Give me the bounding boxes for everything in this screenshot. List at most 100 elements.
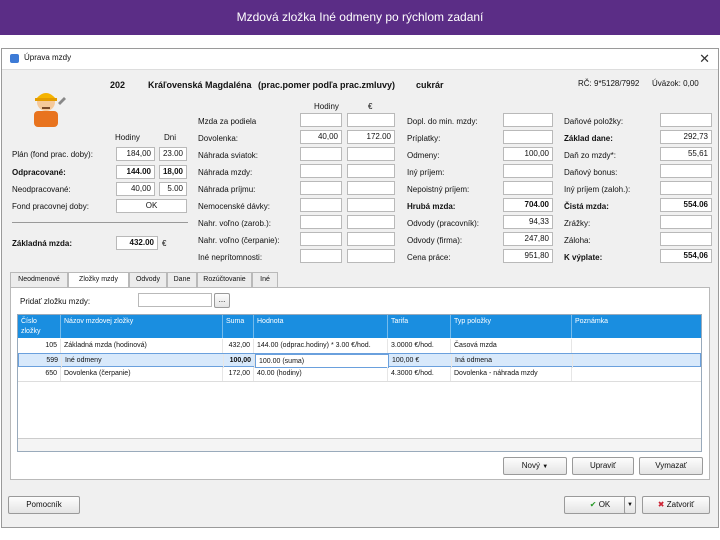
net-wage-field[interactable]: 554.06 <box>660 198 712 212</box>
tab-non-wage[interactable]: Neodmenové <box>10 272 68 288</box>
cell-sum: 172,00 <box>223 367 254 381</box>
col-note-header[interactable]: Poznámka <box>572 315 701 338</box>
mzda-podla-hours-field[interactable] <box>300 113 342 127</box>
tab-taxes[interactable]: Dane <box>167 272 197 288</box>
check-icon: ✔ <box>589 500 597 509</box>
tab-allocation[interactable]: Rozúčtovanie <box>197 272 252 288</box>
mzda-podla-eur-field[interactable] <box>347 113 395 127</box>
payout-label: K výplate: <box>564 253 603 262</box>
table-header: Číslo zložky Názov mzdovej zložky Suma H… <box>18 315 701 338</box>
tax-bonus-field[interactable] <box>660 164 712 178</box>
plan-hours-field[interactable]: 184,00 <box>116 147 155 161</box>
wage-eur-header: € <box>368 102 373 111</box>
ok-button-label: OK <box>598 500 611 509</box>
employee-levies-field[interactable]: 94,33 <box>503 215 553 229</box>
ok-dropdown-arrow-icon[interactable]: ▼ <box>624 496 636 514</box>
gross-wage-field[interactable]: 704.00 <box>503 198 553 212</box>
payout-field[interactable]: 554,06 <box>660 249 712 263</box>
employee-contract: (prac.pomer podľa prac.zmluvy) <box>258 80 395 90</box>
holiday-comp-hours-field[interactable] <box>300 147 342 161</box>
sickness-hours-field[interactable] <box>300 198 342 212</box>
cell-sum: 432,00 <box>223 339 254 353</box>
tab-levies[interactable]: Odvody <box>129 272 167 288</box>
base-wage-label: Základná mzda: <box>12 239 73 248</box>
edit-button[interactable]: Upraviť <box>572 457 634 475</box>
cell-value: 40.00 (hodiny) <box>254 367 388 381</box>
delete-button[interactable]: Vymazať <box>639 457 703 475</box>
other-absence-hours-field[interactable] <box>300 249 342 263</box>
not-worked-hours-field[interactable]: 40,00 <box>116 182 155 196</box>
separator-line <box>12 222 188 223</box>
employee-levies-label: Odvody (pracovník): <box>407 219 480 228</box>
leave-earned-hours-field[interactable] <box>300 215 342 229</box>
cell-number: 105 <box>18 339 61 353</box>
leave-earned-eur-field[interactable] <box>347 215 395 229</box>
plan-days-field[interactable]: 23.00 <box>159 147 187 161</box>
cell-name: Dovolenka (čerpanie) <box>61 367 223 381</box>
worked-hours-field[interactable]: 144.00 <box>116 165 155 179</box>
sickness-eur-field[interactable] <box>347 198 395 212</box>
cell-tariff: 3.0000 €/hod. <box>388 339 451 353</box>
base-wage-field[interactable]: 432.00 <box>116 236 158 250</box>
table-row[interactable]: 650 Dovolenka (čerpanie) 172,00 40.00 (h… <box>18 367 701 382</box>
wage-comp-eur-field[interactable] <box>347 164 395 178</box>
tax-bonus-label: Daňový bonus: <box>564 168 618 177</box>
vacation-eur-field[interactable]: 172.00 <box>347 130 395 144</box>
add-component-label: Pridať zložku mzdy: <box>20 297 91 306</box>
uninsured-income-label: Nepoistný príjem: <box>407 185 470 194</box>
cell-value-editing[interactable]: 100.00 (suma) <box>255 354 389 368</box>
employee-number: 202 <box>110 80 126 90</box>
wage-tax-field[interactable]: 55,61 <box>660 147 712 161</box>
add-component-input[interactable] <box>138 293 212 307</box>
advance-field[interactable] <box>660 232 712 246</box>
leave-used-hours-field[interactable] <box>300 232 342 246</box>
company-levies-field[interactable]: 247,80 <box>503 232 553 246</box>
holiday-comp-eur-field[interactable] <box>347 147 395 161</box>
table-row[interactable]: 105 Základná mzda (hodinová) 432,00 144.… <box>18 339 701 354</box>
sickness-label: Nemocenské dávky: <box>198 202 271 211</box>
other-absence-eur-field[interactable] <box>347 249 395 263</box>
rewards-field[interactable]: 100,00 <box>503 147 553 161</box>
dialog-titlebar: Úprava mzdy ✕ <box>2 49 718 70</box>
bonuses-label: Príplatky: <box>407 134 441 143</box>
leave-used-eur-field[interactable] <box>347 232 395 246</box>
net-wage-label: Čistá mzda: <box>564 202 609 211</box>
col-type-header[interactable]: Typ položky <box>451 315 572 338</box>
min-wage-field[interactable] <box>503 113 553 127</box>
not-worked-days-field[interactable]: 5.00 <box>159 182 187 196</box>
tab-other[interactable]: Iné <box>252 272 278 288</box>
col-name-header[interactable]: Názov mzdovej zložky <box>61 315 223 338</box>
vacation-hours-field[interactable]: 40,00 <box>300 130 342 144</box>
close-button[interactable]: ✖ Zatvoriť <box>642 496 710 514</box>
close-icon[interactable]: ✕ <box>699 51 710 67</box>
cell-tariff: 100,00 € <box>389 354 452 368</box>
tax-items-label: Daňové položky: <box>564 117 624 126</box>
worked-days-field[interactable]: 18,00 <box>159 165 187 179</box>
uninsured-income-field[interactable] <box>503 181 553 195</box>
table-row-selected[interactable]: 599 Iné odmeny 100,00 100.00 (suma) 100,… <box>18 353 701 368</box>
income-comp-hours-field[interactable] <box>300 181 342 195</box>
add-component-browse-button[interactable]: ... <box>214 293 230 308</box>
wage-comp-hours-field[interactable] <box>300 164 342 178</box>
dropdown-arrow-icon: ▼ <box>542 464 549 470</box>
tax-items-field[interactable] <box>660 113 712 127</box>
wage-tax-label: Daň zo mzdy*: <box>564 151 617 160</box>
help-button[interactable]: Pomocník <box>8 496 80 514</box>
bonuses-field[interactable] <box>503 130 553 144</box>
col-value-header[interactable]: Hodnota <box>254 315 388 338</box>
labor-cost-field[interactable]: 951,80 <box>503 249 553 263</box>
cell-name: Iné odmeny <box>62 354 224 368</box>
other-income-advance-field[interactable] <box>660 181 712 195</box>
new-button[interactable]: Nový ▼ <box>503 457 567 475</box>
col-number-header[interactable]: Číslo zložky <box>18 315 61 338</box>
other-income-field[interactable] <box>503 164 553 178</box>
work-fund-ok-button[interactable]: OK <box>116 199 187 213</box>
table-footer <box>18 438 701 451</box>
tax-base-field[interactable]: 292,73 <box>660 130 712 144</box>
col-tariff-header[interactable]: Tarifa <box>388 315 451 338</box>
wage-comp-label: Náhrada mzdy: <box>198 168 253 177</box>
company-levies-label: Odvody (firma): <box>407 236 463 245</box>
col-sum-header[interactable]: Suma <box>223 315 254 338</box>
deductions-field[interactable] <box>660 215 712 229</box>
income-comp-eur-field[interactable] <box>347 181 395 195</box>
